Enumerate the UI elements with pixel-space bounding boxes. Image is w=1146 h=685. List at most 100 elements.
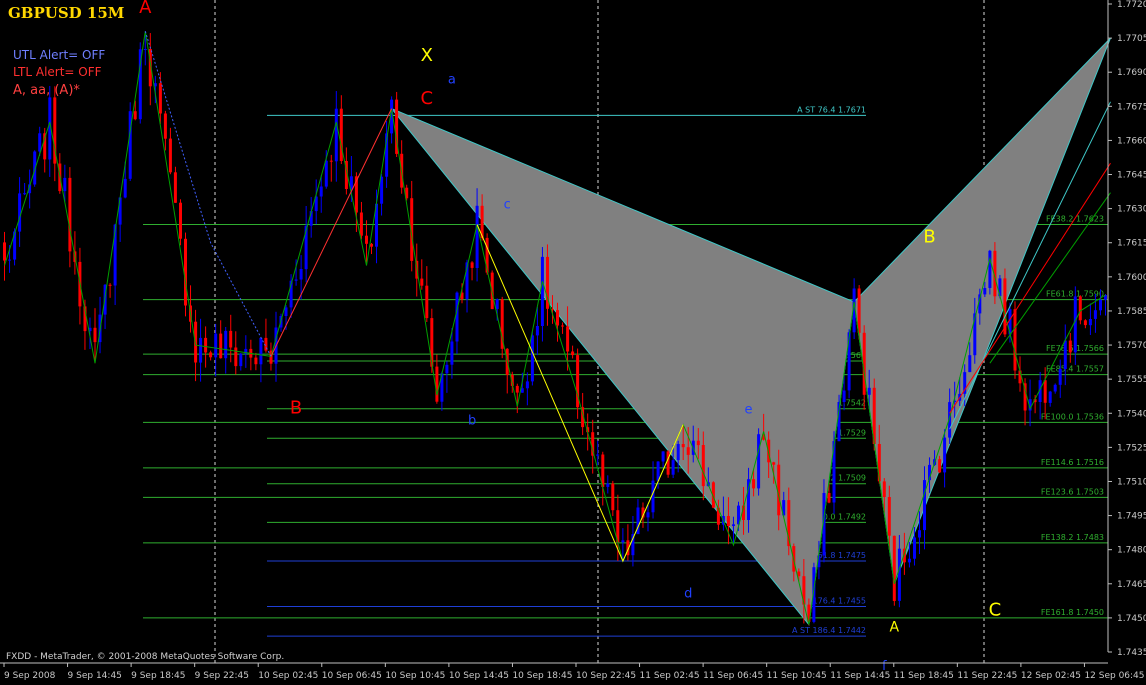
price-tick-label: 1.7555 — [1117, 375, 1146, 385]
st-level-label: 161.8 1.7475 — [813, 551, 866, 560]
ltl-alert-text: LTL Alert= OFF — [13, 65, 102, 79]
candle-body — [470, 262, 474, 268]
candle-body — [329, 160, 333, 162]
candle-body — [108, 284, 112, 286]
candle-body — [887, 497, 891, 536]
pattern-point-label: d — [684, 586, 692, 601]
price-tick-label: 1.7435 — [1117, 648, 1146, 658]
zigzag-blue — [144, 31, 272, 357]
time-tick-label: 11 Sep 22:45 — [957, 671, 1017, 681]
candle-body — [294, 279, 298, 281]
candle-body — [968, 355, 972, 373]
st-level-label: A ST 186.4 1.7442 — [792, 626, 866, 635]
candle-body — [475, 205, 479, 268]
candle-body — [224, 330, 228, 359]
price-tick-label: 1.7495 — [1117, 512, 1146, 522]
candle-body — [420, 278, 424, 286]
time-axis: 9 Sep 2008 9 Sep 14:45 9 Sep 18:45 9 Sep 22… — [0, 662, 1145, 681]
candle-body — [907, 558, 911, 563]
candle-body — [334, 108, 338, 162]
candle-body — [938, 459, 942, 473]
fe-level-label: FE123.6 1.7503 — [1041, 487, 1104, 496]
candle-body — [158, 83, 162, 114]
candle-body — [1048, 391, 1052, 403]
time-tick-label: 11 Sep 10:45 — [767, 671, 827, 681]
candle-body — [1053, 384, 1057, 392]
candle-body — [701, 445, 705, 487]
candle-body — [606, 483, 610, 487]
candle-body — [3, 242, 6, 261]
candle-body — [430, 318, 434, 367]
candle-body — [923, 480, 926, 531]
candle-body — [495, 299, 499, 309]
time-tick-label: 10 Sep 06:45 — [322, 671, 382, 681]
candle-body — [661, 451, 665, 462]
price-tick-label: 1.7720 — [1117, 0, 1146, 10]
pattern-point-label: b — [468, 414, 476, 429]
fe-level-label: FE100.0 1.7536 — [1041, 412, 1104, 421]
candle-body — [827, 493, 831, 503]
candle-body — [596, 454, 600, 456]
utl-alert-text: UTL Alert= OFF — [13, 48, 105, 62]
candle-body — [173, 172, 177, 203]
pattern-point-label: B — [290, 397, 302, 418]
candle-body — [943, 437, 947, 473]
candle-body — [234, 347, 238, 367]
chart-canvas[interactable]: FE38.2 1.7623FE61.8 1.7590FE78.6 1.7566F… — [0, 0, 1146, 681]
candle-body — [686, 447, 690, 455]
time-tick-label: 11 Sep 06:45 — [703, 671, 763, 681]
candle-body — [656, 461, 660, 481]
candle-body — [299, 269, 303, 280]
candle-body — [229, 330, 233, 348]
candle-body — [983, 288, 987, 295]
time-tick-label: 9 Sep 2008 — [4, 671, 56, 681]
candle-body — [561, 325, 564, 327]
candle-body — [867, 387, 871, 395]
price-tick-label: 1.7480 — [1117, 546, 1146, 556]
st-level-label: 176.4 1.7455 — [813, 597, 866, 606]
candle-body — [324, 160, 328, 187]
candle-body — [199, 337, 203, 363]
price-tick-label: 1.7615 — [1117, 239, 1146, 249]
candle-body — [621, 540, 625, 543]
candle-body — [123, 178, 127, 198]
time-tick-label: 10 Sep 02:45 — [258, 671, 318, 681]
candle-body — [681, 444, 685, 448]
price-tick-label: 1.7570 — [1117, 341, 1146, 351]
candle-body — [666, 451, 670, 475]
price-tick-label: 1.7465 — [1117, 580, 1146, 590]
candle-body — [1073, 296, 1077, 353]
price-axis: 1.7720 1.7705 1.7690 1.7675 1.7660 1.7645 1.76… — [1107, 0, 1146, 658]
candle-body — [646, 512, 650, 518]
candle-body — [1058, 369, 1062, 385]
pattern-point-label: X — [421, 45, 433, 66]
candle-body — [445, 364, 449, 374]
candle-body — [882, 481, 886, 497]
time-tick-label: 11 Sep 18:45 — [894, 671, 954, 681]
candle-body — [897, 548, 901, 601]
candle-body — [239, 353, 243, 367]
st-level-label: A ST 76.4 1.7671 — [797, 105, 866, 114]
mode-text: A, aa, (A)* — [13, 83, 80, 98]
price-tick-label: 1.7630 — [1117, 205, 1146, 215]
candle-body — [68, 177, 72, 252]
pattern-point-label: C — [421, 88, 434, 109]
time-tick-label: 10 Sep 18:45 — [512, 671, 572, 681]
candle-body — [163, 113, 167, 139]
candle-body — [254, 357, 258, 365]
candle-body — [179, 202, 182, 239]
price-chart[interactable]: FE38.2 1.7623 FE61.8 1.7590 FE78.6 1.7566 F… — [0, 0, 1146, 681]
candle-body — [752, 479, 756, 489]
candle-body — [556, 310, 559, 326]
candle-body — [988, 250, 992, 288]
price-tick-label: 1.7450 — [1117, 614, 1146, 624]
time-tick-label: 11 Sep 02:45 — [640, 671, 700, 681]
candle-body — [842, 390, 846, 402]
candle-body — [485, 237, 489, 273]
candle-body — [23, 193, 27, 195]
price-tick-label: 1.7645 — [1117, 171, 1146, 181]
fe-level-label: FE85.4 1.7557 — [1046, 365, 1104, 374]
price-tick-label: 1.7525 — [1117, 443, 1146, 453]
candle-body — [696, 440, 700, 446]
price-tick-label: 1.7585 — [1117, 307, 1146, 317]
